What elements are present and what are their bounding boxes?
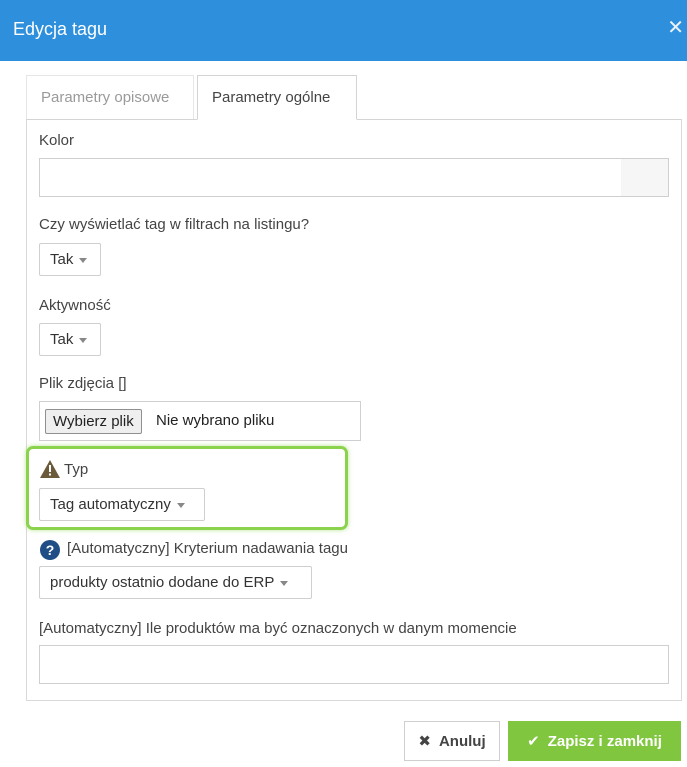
tab-bar: Parametry opisowe Parametry ogólne (26, 75, 671, 120)
chevron-down-icon (280, 580, 289, 586)
file-status-text: Nie wybrano pliku (156, 412, 275, 429)
color-input[interactable] (39, 158, 622, 197)
type-select[interactable]: Tag automatyczny (39, 488, 205, 521)
color-label: Kolor (39, 132, 75, 149)
activity-select[interactable]: Tak (39, 323, 101, 356)
count-label: [Automatyczny] Ile produktów ma być ozna… (39, 620, 517, 637)
choose-file-button[interactable]: Wybierz plik (45, 409, 142, 434)
cancel-label: Anuluj (438, 732, 486, 750)
tab-general-params[interactable]: Parametry ogólne (197, 75, 357, 120)
filter-display-value: Tak (50, 251, 74, 268)
criterion-value: produkty ostatnio dodane do ERP (50, 574, 275, 591)
image-file-input[interactable]: Wybierz plik Nie wybrano pliku (39, 401, 361, 441)
criterion-select[interactable]: produkty ostatnio dodane do ERP (39, 566, 312, 599)
warning-icon (40, 460, 60, 478)
count-input[interactable] (39, 645, 669, 684)
close-icon: ✖ (418, 733, 431, 750)
criterion-label: [Automatyczny] Kryterium nadawania tagu (67, 540, 348, 557)
check-icon: ✔ (527, 733, 540, 750)
save-and-close-button[interactable]: ✔ Zapisz i zamknij (508, 721, 681, 761)
dialog-header: Edycja tagu ✕ (0, 0, 687, 61)
save-label: Zapisz i zamknij (547, 732, 662, 750)
filter-display-select[interactable]: Tak (39, 243, 101, 276)
type-label: Typ (64, 461, 89, 478)
chevron-down-icon (79, 257, 88, 263)
color-picker-swatch[interactable] (621, 158, 669, 197)
activity-label: Aktywność (39, 297, 111, 314)
cancel-button[interactable]: ✖ Anuluj (404, 721, 500, 761)
type-value: Tag automatyczny (50, 496, 171, 513)
tab-descriptive-params[interactable]: Parametry opisowe (26, 75, 194, 120)
chevron-down-icon (176, 502, 185, 508)
activity-value: Tak (50, 331, 74, 348)
filter-display-label: Czy wyświetlać tag w filtrach na listing… (39, 216, 310, 233)
close-icon[interactable]: ✕ (667, 15, 684, 40)
help-icon[interactable]: ? (40, 540, 60, 560)
dialog-title: Edycja tagu (13, 19, 108, 39)
image-file-label: Plik zdjęcia [] (39, 375, 127, 392)
chevron-down-icon (79, 337, 88, 343)
